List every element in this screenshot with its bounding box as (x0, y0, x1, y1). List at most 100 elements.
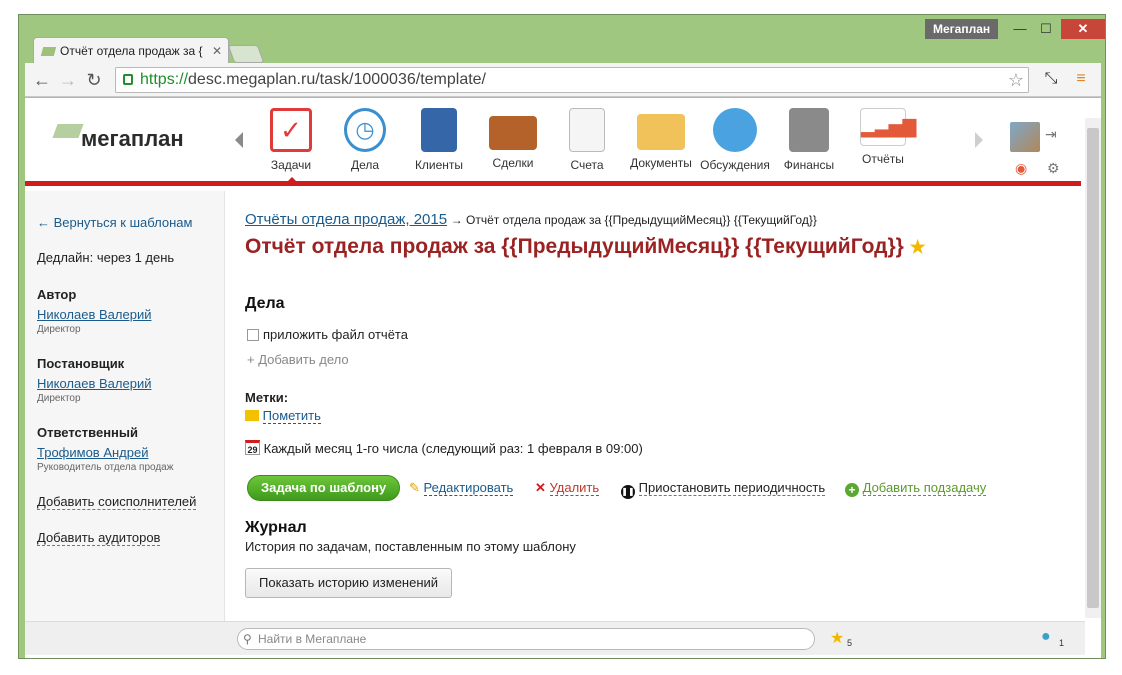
megaplan-favicon-icon (40, 47, 57, 56)
pause-icon: ❚❚ (621, 485, 635, 499)
avatar[interactable] (1010, 122, 1040, 152)
tags-heading: Метки: (245, 390, 289, 405)
edit-link: Редактировать (423, 480, 514, 496)
app-name-badge: Мегаплан (925, 19, 999, 39)
secure-lock-icon (123, 74, 133, 85)
schedule-row: 29 Каждый месяц 1-го числа (следующий ра… (245, 440, 643, 456)
bookmark-star-icon[interactable]: ☆ (1008, 68, 1024, 92)
browser-toolbar: ← → ↻ https://desc.megaplan.ru/task/1000… (25, 63, 1101, 97)
settings-gear-icon[interactable]: ⚙ (1047, 160, 1060, 177)
breadcrumb-current: → Отчёт отдела продаж за {{ПредыдущийМес… (450, 213, 817, 227)
tab-close-icon[interactable]: ✕ (212, 38, 222, 64)
nav-label: Финансы (783, 158, 835, 172)
search-input[interactable]: ⚲ Найти в Мегаплане (237, 628, 815, 650)
add-auditors-link[interactable]: Добавить аудиторов (37, 530, 161, 546)
journal-heading: Журнал (245, 519, 307, 536)
logo-text[interactable]: мегаплан (81, 126, 184, 152)
tag-icon (245, 410, 259, 421)
nav-scroll-left-icon[interactable] (235, 132, 243, 148)
setter-name-link[interactable]: Николаев Валерий (37, 376, 151, 391)
delete-x-icon: ✕ (535, 480, 546, 495)
reload-icon[interactable]: ↻ (83, 69, 105, 91)
briefcase-icon (489, 116, 537, 150)
comments-count: 1 (1059, 638, 1065, 648)
journal-subtitle: История по задачам, поставленным по этом… (245, 539, 576, 554)
nav-label: Отчёты (862, 152, 904, 166)
add-subtask-action[interactable]: + Добавить подзадачу (845, 480, 987, 497)
address-bar[interactable]: https://desc.megaplan.ru/task/1000036/te… (115, 67, 1029, 93)
app-header: мегаплан ✓ Задачи ◷ Дела Клиенты Сделки … (25, 98, 1081, 186)
nav-item-sales[interactable]: Сделки (473, 108, 553, 178)
comments-bubble-icon[interactable]: ● (1041, 628, 1051, 646)
nav-label: Документы (630, 156, 692, 170)
breadcrumb: Отчёты отдела продаж, 2015 → Отчёт отдел… (245, 211, 817, 228)
folder-icon (637, 114, 685, 150)
nav-item-tasks[interactable]: ✓ Задачи (251, 108, 331, 178)
nav-item-clients[interactable]: Клиенты (399, 108, 479, 178)
browser-tab-active[interactable]: Отчёт отдела продаж за { ✕ (33, 37, 229, 65)
search-placeholder: Найти в Мегаплане (258, 632, 367, 646)
url-scheme: https:// (140, 71, 189, 88)
megaplan-logo-icon (52, 124, 84, 138)
nav-item-discussions[interactable]: Обсуждения (695, 108, 775, 178)
edit-action[interactable]: ✎ Редактировать (409, 480, 514, 496)
nav-label: Клиенты (414, 158, 464, 172)
pause-action[interactable]: ❚❚ Приостановить периодичность (621, 480, 826, 499)
close-window-button[interactable]: ✕ (1061, 19, 1105, 39)
sidebar: ← Вернуться к шаблонам Дедлайн: через 1 … (25, 191, 225, 621)
scrollbar-thumb[interactable] (1087, 128, 1099, 608)
nav-item-deals[interactable]: ◷ Дела (325, 108, 405, 178)
minimize-button[interactable]: — (1007, 19, 1033, 39)
deadline-text: Дедлайн: через 1 день (37, 250, 175, 265)
author-heading: Автор (37, 287, 77, 302)
footer-bar: ⚲ Найти в Мегаплане ★ 5 ● 1 (25, 621, 1085, 655)
menu-icon[interactable]: ≡ (1069, 67, 1093, 91)
browser-window: Мегаплан — ☐ ✕ Отчёт отдела продаж за { … (18, 14, 1106, 659)
favorite-star-icon[interactable]: ★ (910, 237, 926, 257)
nav-item-invoices[interactable]: Счета (547, 108, 627, 178)
logout-icon[interactable]: ⇥ (1045, 126, 1057, 143)
deal-item[interactable]: приложить файл отчёта (247, 327, 408, 342)
favorites-count: 5 (847, 638, 853, 648)
show-history-button[interactable]: Показать историю изменений (245, 568, 453, 598)
deal-item-label: приложить файл отчёта (263, 327, 408, 342)
vertical-scrollbar[interactable] (1085, 118, 1101, 618)
plus-circle-icon: + (845, 483, 859, 497)
page-title: Отчёт отдела продаж за {{ПредыдущийМесяц… (245, 235, 926, 259)
new-tab-button[interactable] (227, 45, 265, 63)
chat-bubbles-icon (713, 108, 757, 152)
tag-link[interactable]: Пометить (262, 408, 321, 424)
deals-heading: Дела (245, 295, 285, 312)
favorites-star-icon[interactable]: ★ (830, 628, 844, 648)
add-subtask-link: Добавить подзадачу (862, 480, 987, 496)
deal-checkbox[interactable] (247, 329, 259, 341)
maximize-button[interactable]: ☐ (1033, 19, 1059, 39)
pencil-icon: ✎ (409, 480, 420, 495)
nav-label: Дела (350, 158, 380, 172)
author-name-link[interactable]: Николаев Валерий (37, 307, 151, 322)
responsible-name-link[interactable]: Трофимов Андрей (37, 445, 148, 460)
back-arrow-icon[interactable]: ← (31, 69, 53, 91)
back-to-templates-link[interactable]: ← Вернуться к шаблонам (37, 215, 192, 230)
delete-link: Удалить (549, 480, 600, 496)
active-nav-indicator (284, 177, 300, 185)
nav-scroll-right-icon[interactable] (975, 132, 983, 148)
nav-item-documents[interactable]: Документы (621, 108, 701, 178)
search-icon: ⚲ (243, 632, 252, 646)
nav-label: Сделки (492, 156, 534, 170)
nav-item-reports[interactable]: ▂▃▅▇ Отчёты (843, 108, 923, 178)
breadcrumb-link[interactable]: Отчёты отдела продаж, 2015 (245, 211, 447, 228)
main-panel: Отчёты отдела продаж, 2015 → Отчёт отдел… (245, 191, 1075, 621)
task-from-template-button[interactable]: Задача по шаблону (247, 475, 401, 501)
nav-item-finance[interactable]: Финансы (769, 108, 849, 178)
forward-arrow-icon[interactable]: → (57, 69, 79, 91)
calendar-icon: 29 (245, 440, 260, 455)
add-coexecutors-link[interactable]: Добавить соисполнителей (37, 494, 197, 510)
nav-label: Счета (570, 158, 604, 172)
delete-action[interactable]: ✕ Удалить (535, 480, 600, 496)
responsible-role: Руководитель отдела продаж (37, 462, 174, 473)
add-deal-link[interactable]: + Добавить дело (247, 352, 349, 367)
extension-icon[interactable]: ⤡ (1039, 67, 1063, 91)
help-lifebuoy-icon[interactable]: ◉ (1015, 160, 1027, 177)
nav-label: Задачи (270, 158, 312, 172)
